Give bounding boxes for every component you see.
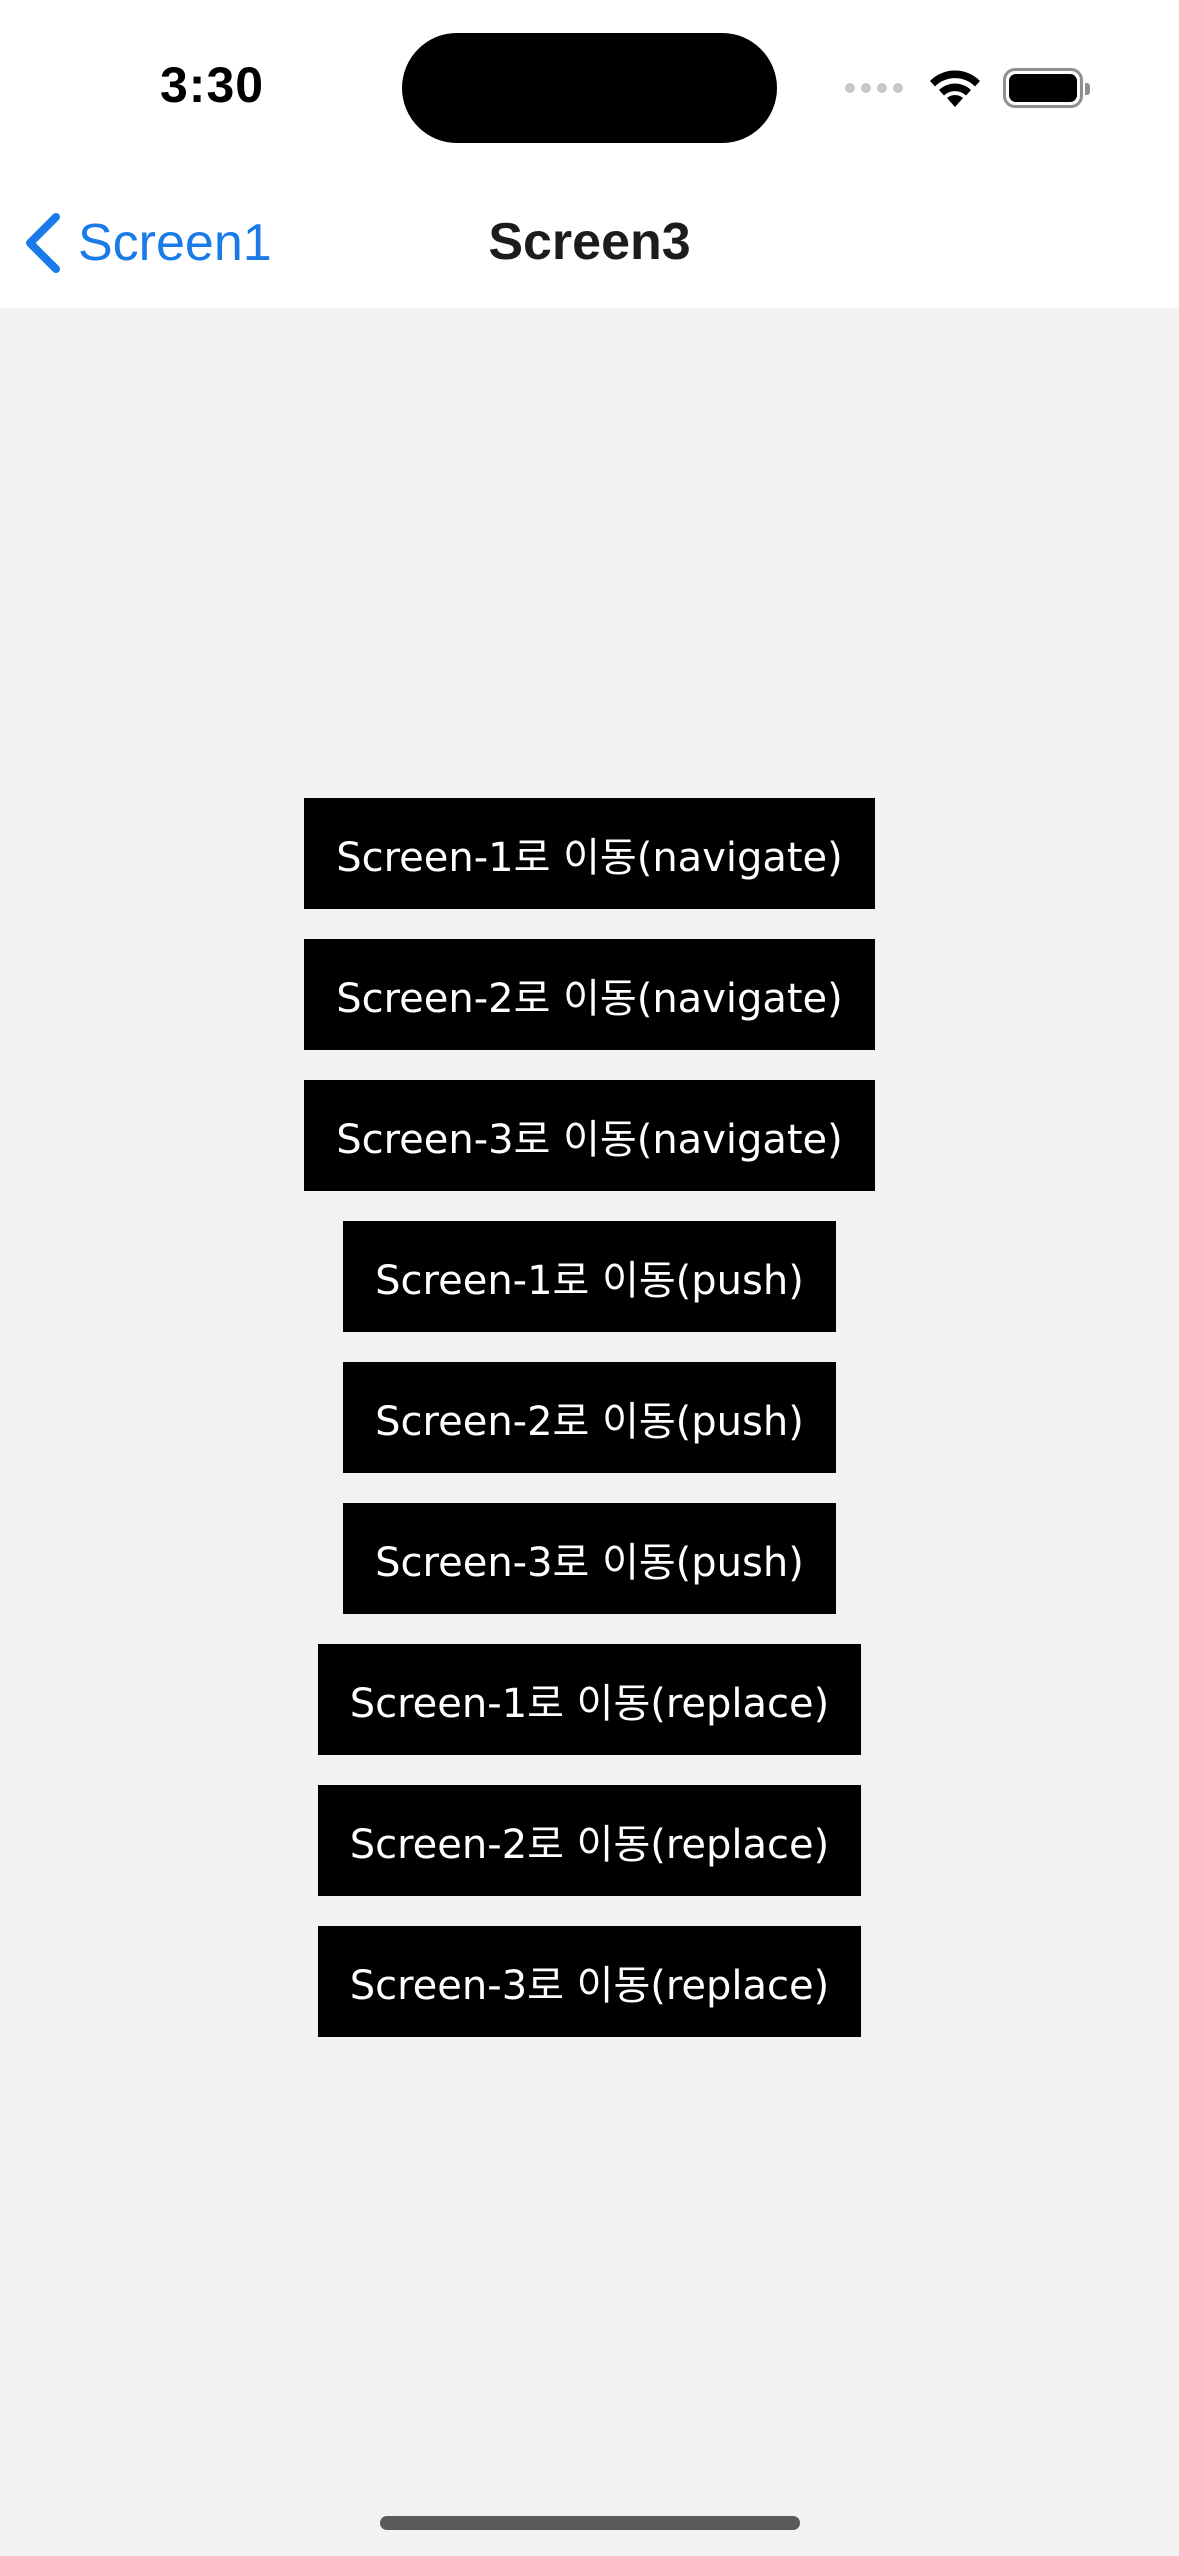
app-screen: 3:30 Screen1 Screen3 Screen-1로 이동(naviga… xyxy=(0,0,1179,2556)
screen2-push-button[interactable]: Screen-2로 이동(push) xyxy=(343,1362,836,1473)
screen1-replace-button[interactable]: Screen-1로 이동(replace) xyxy=(317,1644,862,1755)
home-indicator[interactable] xyxy=(380,2516,800,2530)
battery-icon xyxy=(1003,68,1090,108)
header-area: 3:30 Screen1 Screen3 xyxy=(0,0,1179,308)
cellular-signal-icon xyxy=(845,83,903,93)
status-icons xyxy=(845,66,1090,110)
screen3-replace-button[interactable]: Screen-3로 이동(replace) xyxy=(317,1926,862,2037)
screen1-navigate-button[interactable]: Screen-1로 이동(navigate) xyxy=(304,798,875,909)
dynamic-island xyxy=(402,33,777,143)
screen3-push-button[interactable]: Screen-3로 이동(push) xyxy=(343,1503,836,1614)
screen2-navigate-button[interactable]: Screen-2로 이동(navigate) xyxy=(304,939,875,1050)
screen1-push-button[interactable]: Screen-1로 이동(push) xyxy=(343,1221,836,1332)
wifi-icon xyxy=(930,70,980,107)
screen3-navigate-button[interactable]: Screen-3로 이동(navigate) xyxy=(304,1080,875,1191)
status-time: 3:30 xyxy=(160,57,265,113)
screen2-replace-button[interactable]: Screen-2로 이동(replace) xyxy=(317,1785,862,1896)
button-list: Screen-1로 이동(navigate) Screen-2로 이동(navi… xyxy=(0,798,1179,2037)
page-title: Screen3 xyxy=(488,213,691,271)
